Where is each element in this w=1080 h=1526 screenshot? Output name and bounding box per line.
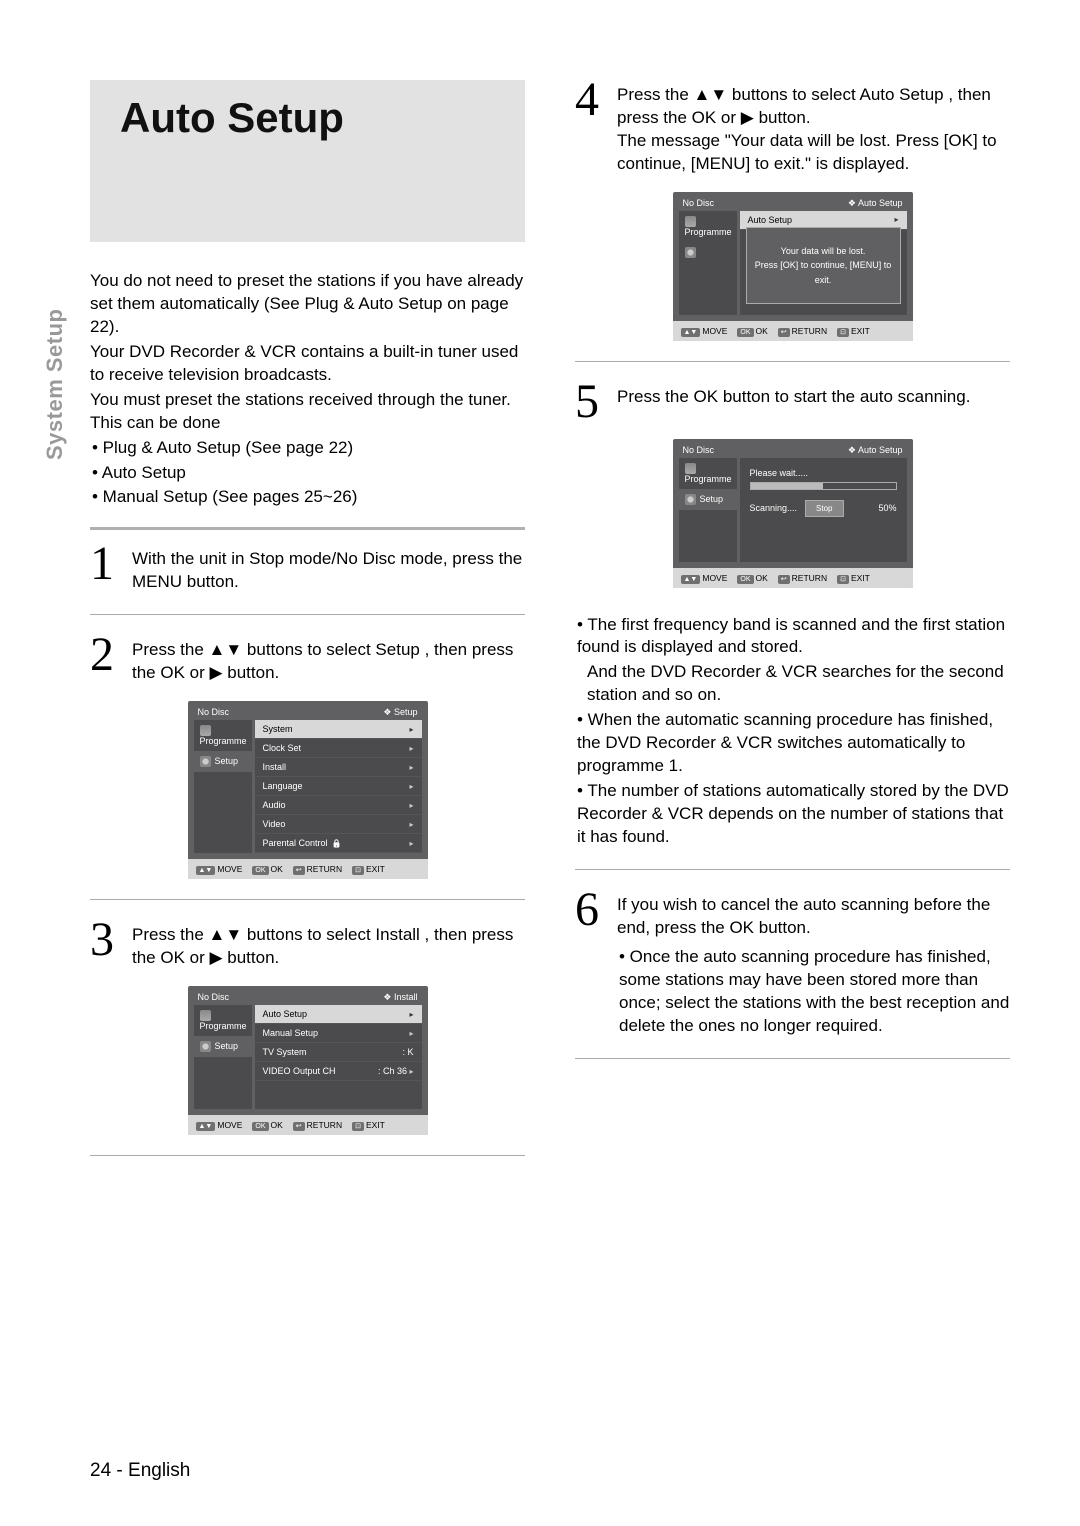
osd-left-programme: Programme <box>194 1005 252 1036</box>
osd-row-system: System▸ <box>255 720 422 739</box>
osd-left-menu: Programme Setup <box>679 458 737 562</box>
divider <box>575 869 1010 870</box>
osd-row-install: Install▸ <box>255 758 422 777</box>
osd-scanning-screenshot: No Disc ❖ Auto Setup Programme Setup Ple… <box>673 439 913 588</box>
step-6: 6 If you wish to cancel the auto scannin… <box>575 890 1010 1038</box>
osd-right-panel: Please wait..... Scanning.... Stop 50% <box>740 458 907 562</box>
intro-bullet-2: • Auto Setup <box>92 462 525 485</box>
page-title: Auto Setup <box>120 94 495 142</box>
divider <box>90 614 525 615</box>
intro-bullet-3: • Manual Setup (See pages 25~26) <box>92 486 525 509</box>
step-4-line2: The message "Your data will be lost. Pre… <box>617 130 1010 176</box>
step-5-notes: • The first frequency band is scanned an… <box>575 614 1010 849</box>
osd-percent: 50% <box>878 503 896 513</box>
osd-footer: ▲▼MOVE OKOK ↩RETURN ⊡EXIT <box>188 859 428 879</box>
step-number: 1 <box>90 544 118 585</box>
osd-row-videoout: VIDEO Output CH: Ch 36 ▸ <box>255 1062 422 1081</box>
step-number: 6 <box>575 890 603 931</box>
step-5: 5 Press the OK button to start the auto … <box>575 382 1010 423</box>
intro-bullet-1: • Plug & Auto Setup (See page 22) <box>92 437 525 460</box>
intro-p2: Your DVD Recorder & VCR contains a built… <box>90 341 525 387</box>
step-3: 3 Press the ▲▼ buttons to select Install… <box>90 920 525 970</box>
osd-left-programme: Programme <box>194 720 252 751</box>
osd-left-programme: Programme <box>679 211 737 242</box>
step-text: If you wish to cancel the auto scanning … <box>617 890 1010 1038</box>
divider <box>575 361 1010 362</box>
section-tab: System Setup <box>42 309 68 461</box>
osd-scanning-label: Scanning.... <box>750 503 798 513</box>
osd-warning-line1: Your data will be lost. <box>755 244 892 258</box>
osd-stop-button: Stop <box>805 500 843 517</box>
osd-breadcrumb: ❖ Auto Setup <box>848 445 903 456</box>
osd-right-panel: Auto Setup▸ Your data will be lost. Pres… <box>740 211 907 315</box>
step-1: 1 With the unit in Stop mode/No Disc mod… <box>90 544 525 594</box>
osd-status: No Disc <box>683 445 715 456</box>
step-5-bullet-2: • When the automatic scanning procedure … <box>577 709 1010 778</box>
right-column: 4 Press the ▲▼ buttons to select Auto Se… <box>575 80 1010 1176</box>
osd-row-autosetup: Auto Setup▸ <box>255 1005 422 1024</box>
title-box: Auto Setup <box>90 80 525 242</box>
step-4-line1: Press the ▲▼ buttons to select Auto Setu… <box>617 84 1010 130</box>
osd-right-menu: System▸ Clock Set▸ Install▸ Language▸ Au… <box>255 720 422 853</box>
intro-text: You do not need to preset the stations i… <box>90 270 525 509</box>
step-text: With the unit in Stop mode/No Disc mode,… <box>132 544 525 594</box>
osd-left-menu: Programme <box>679 211 737 315</box>
page-content: Auto Setup You do not need to preset the… <box>90 80 1010 1176</box>
step-5-bullet-3: • The number of stations automatically s… <box>577 780 1010 849</box>
osd-left-menu: Programme Setup <box>194 1005 252 1109</box>
step-number: 2 <box>90 635 118 676</box>
osd-breadcrumb: ❖ Auto Setup <box>848 198 903 209</box>
osd-right-menu: Auto Setup▸ Manual Setup▸ TV System: K V… <box>255 1005 422 1109</box>
osd-status: No Disc <box>198 707 230 718</box>
osd-status: No Disc <box>198 992 230 1003</box>
step-text: Press the OK button to start the auto sc… <box>617 382 970 409</box>
osd-progress-bar <box>750 482 897 490</box>
divider <box>90 1155 525 1156</box>
osd-row-tvsystem: TV System: K <box>255 1043 422 1062</box>
step-text: Press the ▲▼ buttons to select Setup , t… <box>132 635 525 685</box>
osd-left-setup: Setup <box>194 751 252 772</box>
osd-left-setup: Setup <box>194 1036 252 1057</box>
step-text: Press the ▲▼ buttons to select Auto Setu… <box>617 80 1010 176</box>
osd-footer: ▲▼MOVE OKOK ↩RETURN ⊡EXIT <box>673 321 913 341</box>
step-number: 3 <box>90 920 118 961</box>
osd-autosetup-confirm-screenshot: No Disc ❖ Auto Setup Programme Auto Setu… <box>673 192 913 341</box>
osd-row-clock: Clock Set▸ <box>255 739 422 758</box>
osd-install-screenshot: No Disc ❖ Install Programme Setup Auto S… <box>188 986 428 1135</box>
step-5-bullet-1: • The first frequency band is scanned an… <box>577 614 1010 660</box>
osd-status: No Disc <box>683 198 715 209</box>
intro-p1: You do not need to preset the stations i… <box>90 270 525 339</box>
osd-row-audio: Audio▸ <box>255 796 422 815</box>
osd-row-parental: Parental Control▸ <box>255 834 422 853</box>
osd-footer: ▲▼MOVE OKOK ↩RETURN ⊡EXIT <box>673 568 913 588</box>
osd-please-wait: Please wait..... <box>750 468 897 478</box>
step-6-line1: If you wish to cancel the auto scanning … <box>617 894 1010 940</box>
divider <box>575 1058 1010 1059</box>
osd-footer: ▲▼MOVE OKOK ↩RETURN ⊡EXIT <box>188 1115 428 1135</box>
osd-row-manualsetup: Manual Setup▸ <box>255 1024 422 1043</box>
osd-warning-line2: Press [OK] to continue, [MENU] to exit. <box>755 258 892 287</box>
step-number: 4 <box>575 80 603 121</box>
osd-left-menu: Programme Setup <box>194 720 252 853</box>
osd-warning-dialog: Your data will be lost. Press [OK] to co… <box>746 227 901 304</box>
osd-left-setup <box>679 242 737 263</box>
osd-breadcrumb: ❖ Setup <box>383 707 417 718</box>
divider <box>90 527 525 530</box>
step-4: 4 Press the ▲▼ buttons to select Auto Se… <box>575 80 1010 176</box>
osd-left-programme: Programme <box>679 458 737 489</box>
page-footer: 24 - English <box>90 1460 190 1482</box>
osd-row-video: Video▸ <box>255 815 422 834</box>
step-5-bullet-1b: And the DVD Recorder & VCR searches for … <box>575 661 1010 707</box>
step-6-bullet: • Once the auto scanning procedure has f… <box>619 946 1010 1038</box>
osd-row-language: Language▸ <box>255 777 422 796</box>
divider <box>90 899 525 900</box>
osd-setup-screenshot: No Disc ❖ Setup Programme Setup System▸ … <box>188 701 428 879</box>
intro-p3: You must preset the stations received th… <box>90 389 525 435</box>
osd-left-setup: Setup <box>679 489 737 510</box>
osd-breadcrumb: ❖ Install <box>383 992 417 1003</box>
left-column: Auto Setup You do not need to preset the… <box>90 80 525 1176</box>
step-number: 5 <box>575 382 603 423</box>
step-2: 2 Press the ▲▼ buttons to select Setup ,… <box>90 635 525 685</box>
step-text: Press the ▲▼ buttons to select Install ,… <box>132 920 525 970</box>
